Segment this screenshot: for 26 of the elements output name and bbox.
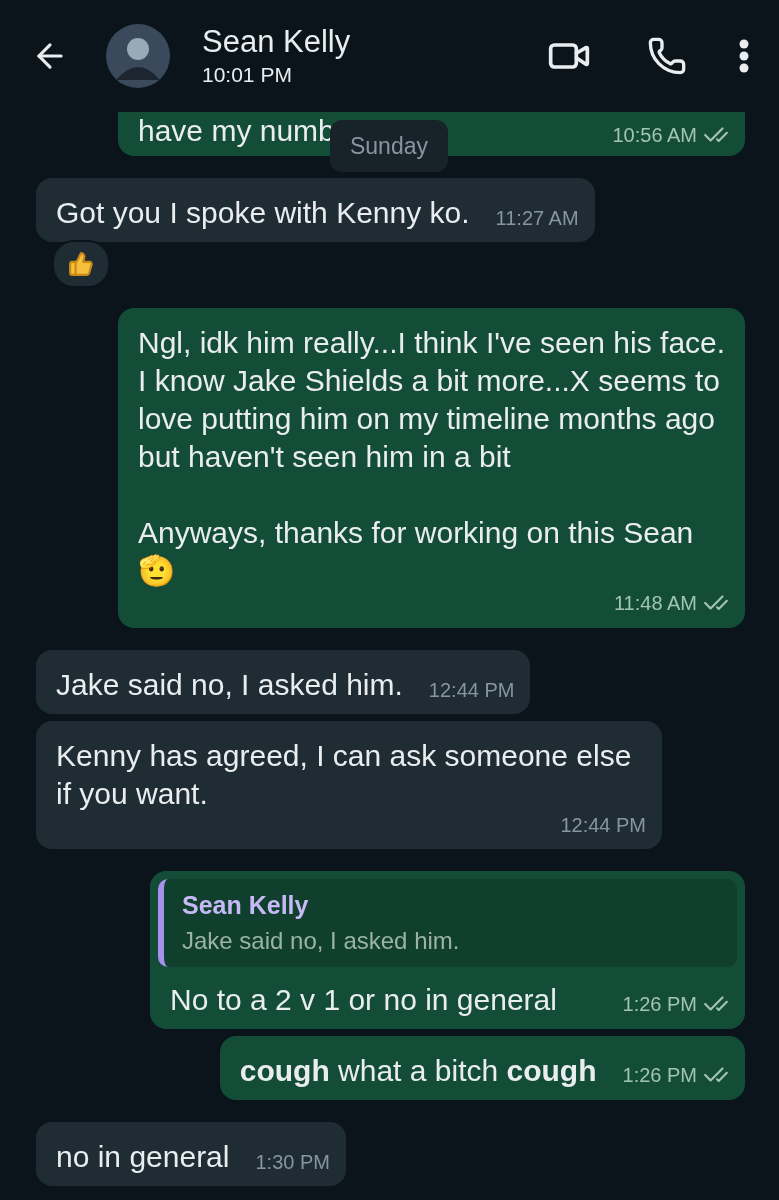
quote-author: Sean Kelly [182, 890, 310, 921]
message-time: 11:48 AM [613, 591, 697, 615]
message-text: No to a 2 v 1 or no in general [170, 982, 558, 1018]
message-text: no in general [56, 1139, 230, 1175]
message-text: Ngl, idk him really...I think I've seen his face. I know Jake Shields a bit more...X seems to love putting him on my timeline months ago but haven't seen him in a bit Anyways, thanks for working on this Sean 🫡 [138, 325, 727, 589]
menu-button[interactable] [739, 39, 749, 73]
message-time: 12:44 PM [428, 678, 515, 702]
date-chip: Sunday [330, 120, 448, 172]
message-text: Kenny has agreed, I can ask someone else if you want. [56, 738, 633, 812]
contact-name[interactable]: Sean Kelly [202, 23, 547, 61]
quote-text: Jake said no, I asked him. [182, 926, 461, 956]
message-time: 10:56 AM [612, 123, 697, 147]
message-time: 1:26 PM [622, 1063, 697, 1087]
menu-icon [739, 39, 749, 73]
message-text: cough what a bitch cough [239, 1053, 597, 1089]
message-text: Got you I spoke with Kenny ko. [56, 195, 470, 231]
message-time: 1:30 PM [255, 1150, 330, 1174]
voice-call-button[interactable] [647, 36, 687, 76]
message-time: 1:26 PM [622, 992, 697, 1016]
contact-avatar[interactable] [106, 24, 170, 88]
phone-icon [647, 36, 687, 76]
message-text: Jake said no, I asked him. [56, 667, 403, 703]
message-time: 11:27 AM [495, 206, 579, 230]
last-seen-status: 10:01 PM [202, 62, 293, 88]
thumbs-up-icon [68, 251, 94, 277]
message-time: 12:44 PM [560, 813, 646, 837]
